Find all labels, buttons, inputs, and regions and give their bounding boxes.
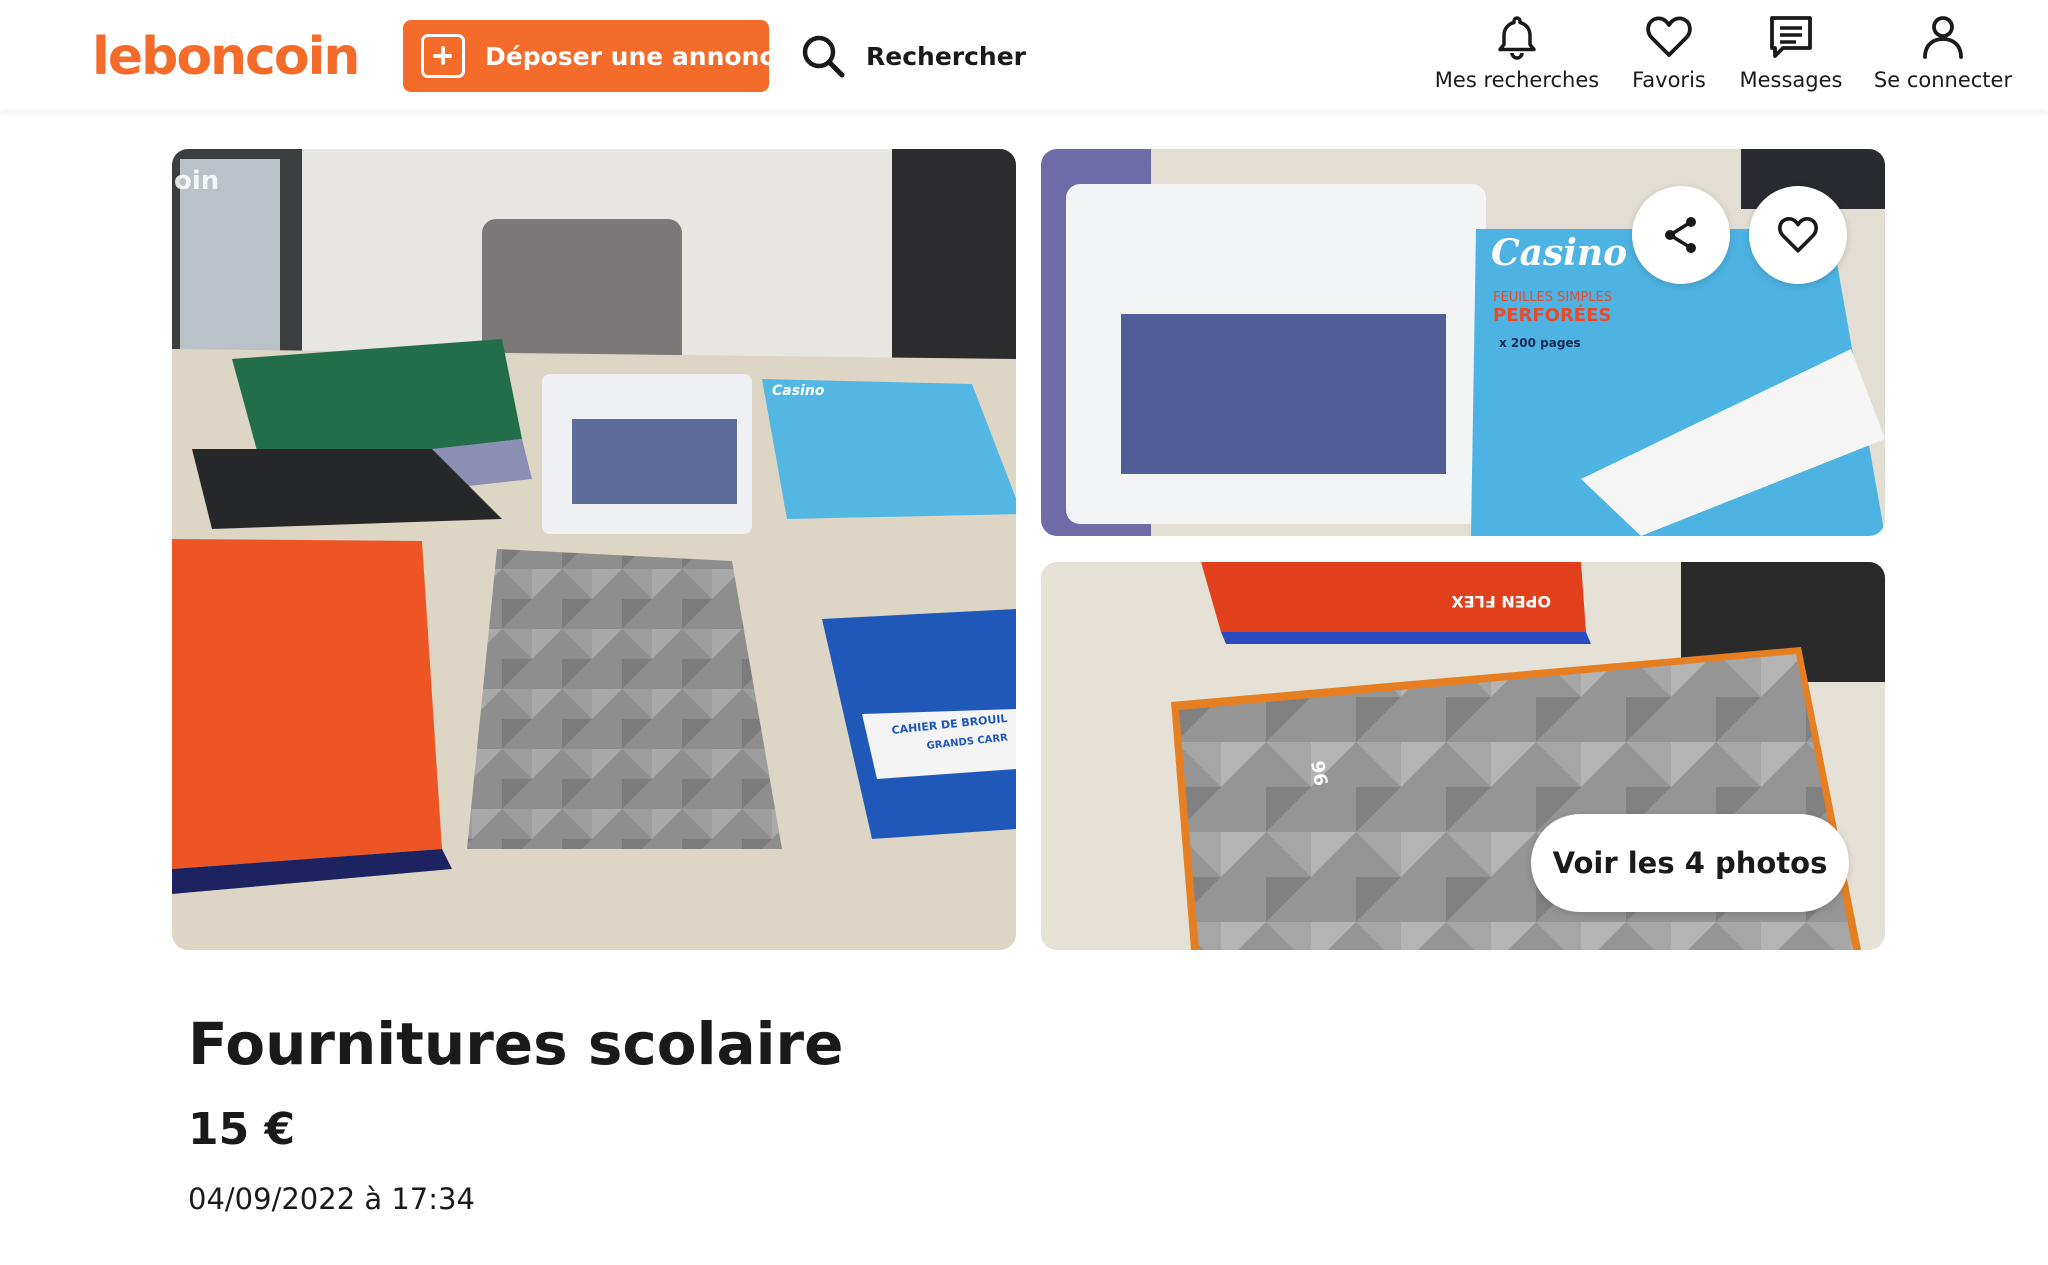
paper-pack-count: x 200 pages bbox=[1499, 336, 1581, 350]
paper-pack-line1: FEUILLES SIMPLES bbox=[1493, 290, 1612, 305]
cover-number: 96 bbox=[1306, 759, 1331, 787]
paper-pack-brand: Casino bbox=[1491, 232, 1627, 274]
plus-icon bbox=[421, 34, 465, 78]
favorite-button[interactable] bbox=[1749, 186, 1847, 284]
share-icon bbox=[1665, 217, 1696, 253]
listing-title: Fournitures scolaire bbox=[188, 1010, 844, 1078]
listing-price: 15 € bbox=[188, 1104, 296, 1155]
search-button[interactable]: Rechercher bbox=[800, 28, 1026, 84]
see-all-photos-button[interactable]: Voir les 4 photos bbox=[1531, 814, 1849, 912]
paper-pack-line2: PERFORÉES bbox=[1493, 304, 1611, 326]
heart-icon bbox=[1646, 16, 1692, 57]
leboncoin-logo[interactable]: leboncoin bbox=[92, 22, 360, 92]
photo-watermark: oin bbox=[174, 166, 219, 196]
nav-label-login: Se connecter bbox=[1873, 68, 2013, 92]
main-photo[interactable]: Casino CAHIER DE BROUIL GRANDS CARR oin bbox=[172, 149, 1016, 950]
top-header: leboncoin Déposer une annonce Rechercher… bbox=[0, 0, 2048, 110]
nav-favorites[interactable]: Favoris bbox=[1628, 10, 1710, 100]
message-icon bbox=[1770, 16, 1812, 58]
nav-messages[interactable]: Messages bbox=[1738, 10, 1844, 100]
heart-icon bbox=[1778, 216, 1818, 253]
nav-saved-searches[interactable]: Mes recherches bbox=[1434, 10, 1600, 100]
nav-label-messages: Messages bbox=[1739, 68, 1843, 92]
search-icon bbox=[802, 35, 845, 78]
bell-icon bbox=[1498, 16, 1536, 60]
search-label: Rechercher bbox=[866, 41, 1027, 71]
post-ad-label: Déposer une annonce bbox=[485, 41, 792, 71]
nav-label-favorites: Favoris bbox=[1632, 68, 1706, 92]
folder-brand-mirrored: OPEN FLEX bbox=[1451, 592, 1551, 611]
nav-login[interactable]: Se connecter bbox=[1872, 10, 2014, 100]
post-ad-button[interactable]: Déposer une annonce bbox=[403, 20, 791, 92]
photo-2[interactable]: Casino FEUILLES SIMPLES PERFORÉES x 200 … bbox=[1041, 149, 1885, 536]
paper-pack-brand-small: Casino bbox=[772, 383, 825, 399]
listing-date: 04/09/2022 à 17:34 bbox=[188, 1182, 475, 1216]
user-icon bbox=[1923, 16, 1963, 59]
nav-label-saved-searches: Mes recherches bbox=[1434, 68, 1600, 92]
share-button[interactable] bbox=[1632, 186, 1730, 284]
